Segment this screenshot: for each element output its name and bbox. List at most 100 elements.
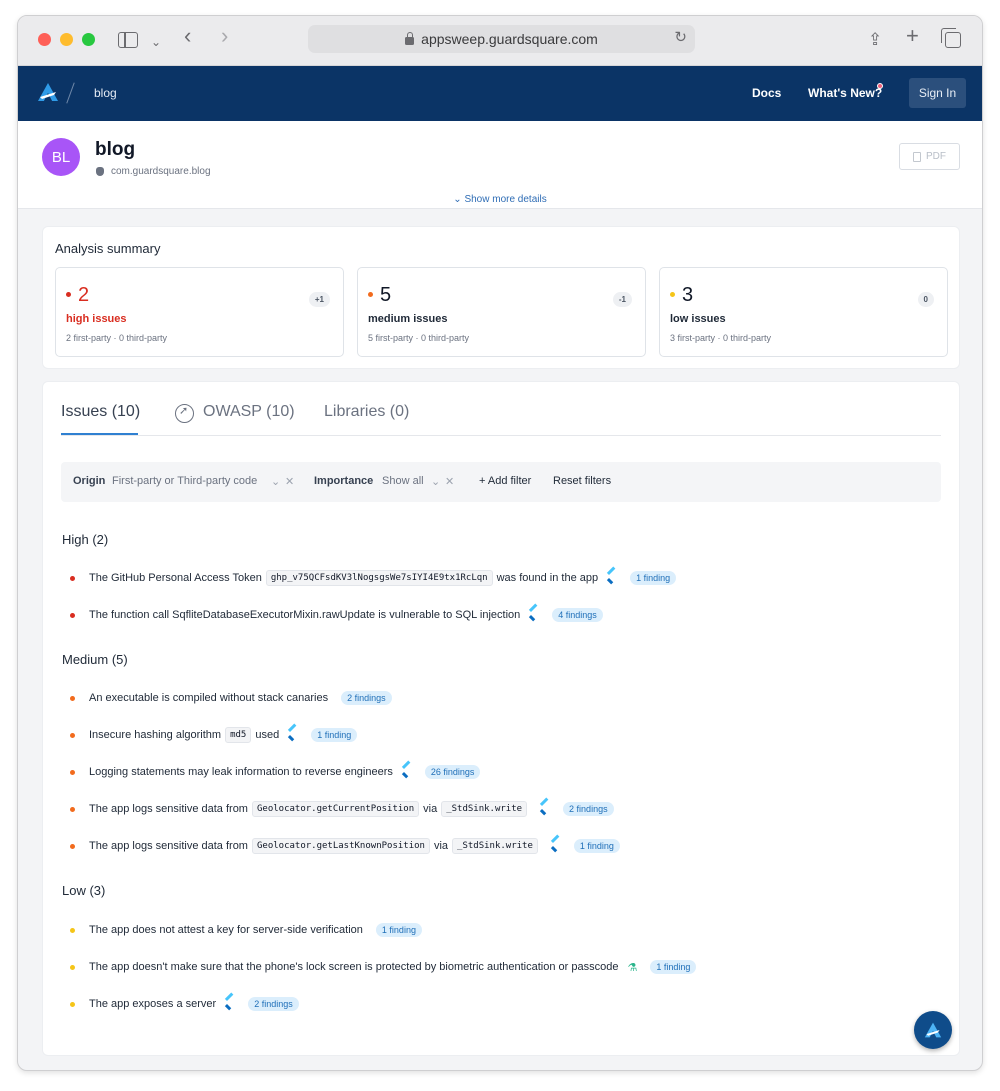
list-item[interactable]: The app exposes a server 2 findings — [70, 994, 299, 1014]
stat-breakdown: 2 first-party · 0 third-party — [66, 333, 168, 343]
findings-badge[interactable]: 2 findings — [248, 997, 299, 1011]
forward-icon[interactable]: › — [221, 25, 228, 47]
list-item[interactable]: An executable is compiled without stack … — [70, 688, 392, 708]
list-item[interactable]: Logging statements may leak information … — [70, 762, 481, 782]
flutter-icon — [551, 840, 561, 852]
show-more-label: Show more details — [464, 194, 547, 205]
chevron-down-icon[interactable]: ⌄ — [431, 475, 440, 488]
issue-code: _StdSink.write — [441, 801, 528, 817]
back-icon[interactable]: ‹ — [184, 25, 191, 47]
tab-libraries[interactable]: Libraries (0) — [324, 403, 409, 421]
share-icon[interactable]: ⇪ — [868, 30, 882, 50]
issue-text: The app logs sensitive data from — [89, 803, 248, 815]
list-item[interactable]: The function call SqfliteDatabaseExecuto… — [70, 605, 603, 625]
issue-code: md5 — [225, 727, 252, 743]
list-item[interactable]: The app logs sensitive data from Geoloca… — [70, 836, 620, 856]
stat-label: high issues — [66, 313, 127, 325]
severity-dot-icon — [70, 806, 75, 812]
url-text: appsweep.guardsquare.com — [421, 31, 598, 47]
show-more-details-link[interactable]: ⌄ Show more details — [18, 194, 982, 205]
close-window-button[interactable] — [38, 33, 51, 46]
low-issues-stat[interactable]: 3 0 low issues 3 first-party · 0 third-p… — [659, 267, 948, 357]
findings-badge[interactable]: 1 finding — [375, 923, 422, 937]
flutter-icon — [225, 998, 235, 1010]
nav-docs-link[interactable]: Docs — [752, 86, 781, 100]
app-avatar: BL — [42, 138, 80, 176]
list-item[interactable]: The app does not attest a key for server… — [70, 920, 422, 940]
findings-badge[interactable]: 1 finding — [573, 839, 620, 853]
stat-delta: -1 — [612, 292, 632, 307]
issues-card: Issues (10) OWASP (10) Libraries (0) Ori… — [42, 381, 960, 1056]
help-chat-button[interactable] — [914, 1011, 952, 1049]
chevron-down-icon[interactable]: ⌄ — [151, 32, 161, 52]
analysis-summary-card: Analysis summary 2 +1 high issues 2 firs… — [42, 226, 960, 369]
chevron-down-icon[interactable]: ⌄ — [271, 475, 280, 488]
flutter-icon — [288, 729, 298, 741]
list-item[interactable]: Insecure hashing algorithm md5 used 1 fi… — [70, 725, 358, 745]
clear-origin-filter-icon[interactable]: ✕ — [285, 475, 294, 488]
issue-text: An executable is compiled without stack … — [89, 692, 329, 704]
zoom-window-button[interactable] — [82, 33, 95, 46]
address-bar[interactable]: appsweep.guardsquare.com ↻ — [308, 25, 695, 53]
tab-owasp[interactable]: OWASP (10) — [203, 403, 295, 421]
issue-text: via — [433, 840, 449, 852]
findings-badge[interactable]: 4 findings — [552, 608, 603, 622]
bundle-id-text: com.guardsquare.blog — [111, 166, 211, 177]
issue-text: The app does not attest a key for server… — [89, 924, 363, 936]
nav-whats-new-link[interactable]: What's New? — [808, 86, 882, 100]
issue-text: used — [255, 729, 280, 741]
reset-filters-button[interactable]: Reset filters — [553, 475, 611, 487]
chevron-down-icon: ⌄ — [453, 194, 465, 205]
list-item[interactable]: The app doesn't make sure that the phone… — [70, 957, 697, 977]
new-tab-icon[interactable]: + — [906, 25, 919, 47]
high-issues-stat[interactable]: 2 +1 high issues 2 first-party · 0 third… — [55, 267, 344, 357]
stat-delta: 0 — [917, 292, 934, 307]
stat-breakdown: 5 first-party · 0 third-party — [368, 333, 470, 343]
lock-icon — [405, 32, 415, 45]
origin-filter-value[interactable]: First-party or Third-party code — [112, 475, 257, 487]
issue-text: Insecure hashing algorithm — [89, 729, 222, 741]
issue-text: was found in the app — [496, 572, 599, 584]
appsweep-logo-icon[interactable] — [37, 81, 59, 103]
reload-icon[interactable]: ↻ — [674, 28, 687, 46]
severity-dot-icon — [70, 927, 75, 933]
findings-badge[interactable]: 1 finding — [650, 960, 697, 974]
owasp-icon — [175, 404, 194, 423]
issue-tabs: Issues (10) OWASP (10) Libraries (0) — [61, 400, 941, 436]
notification-dot-icon — [877, 83, 883, 89]
tab-overview-icon[interactable] — [941, 28, 961, 48]
breadcrumb-separator — [66, 82, 75, 104]
bundle-id: com.guardsquare.blog — [96, 166, 211, 177]
importance-filter-label[interactable]: Importance — [314, 475, 373, 487]
findings-badge[interactable]: 1 finding — [630, 571, 677, 585]
findings-badge[interactable]: 2 findings — [563, 802, 614, 816]
filter-bar: Origin First-party or Third-party code ⌄… — [61, 462, 941, 502]
apple-icon — [96, 167, 104, 176]
medium-issues-stat[interactable]: 5 -1 medium issues 5 first-party · 0 thi… — [357, 267, 646, 357]
origin-filter-label[interactable]: Origin — [73, 475, 105, 487]
severity-dot-icon — [70, 732, 75, 738]
clear-importance-filter-icon[interactable]: ✕ — [445, 475, 454, 488]
importance-filter-value[interactable]: Show all — [382, 475, 424, 487]
minimize-window-button[interactable] — [60, 33, 73, 46]
findings-badge[interactable]: 26 findings — [424, 765, 481, 779]
issue-text: The function call SqfliteDatabaseExecuto… — [89, 609, 521, 621]
findings-badge[interactable]: 2 findings — [341, 691, 392, 705]
severity-dot-icon — [70, 769, 75, 775]
active-tab-indicator — [61, 433, 138, 435]
breadcrumb-blog[interactable]: blog — [94, 86, 117, 100]
issue-text: Logging statements may leak information … — [89, 766, 393, 778]
list-item[interactable]: The GitHub Personal Access Token ghp_v75… — [70, 568, 677, 588]
findings-badge[interactable]: 1 finding — [311, 728, 358, 742]
pdf-export-button[interactable]: PDF — [899, 143, 960, 170]
flutter-icon — [529, 609, 539, 621]
stat-label: low issues — [670, 313, 726, 325]
issue-text: via — [423, 803, 438, 815]
stat-breakdown: 3 first-party · 0 third-party — [670, 333, 772, 343]
list-item[interactable]: The app logs sensitive data from Geoloca… — [70, 799, 614, 819]
stat-count: 5 — [380, 284, 392, 306]
sidebar-toggle-icon[interactable] — [118, 32, 138, 48]
tab-issues[interactable]: Issues (10) — [61, 403, 140, 421]
add-filter-button[interactable]: + Add filter — [479, 475, 531, 487]
sign-in-button[interactable]: Sign In — [909, 78, 966, 108]
